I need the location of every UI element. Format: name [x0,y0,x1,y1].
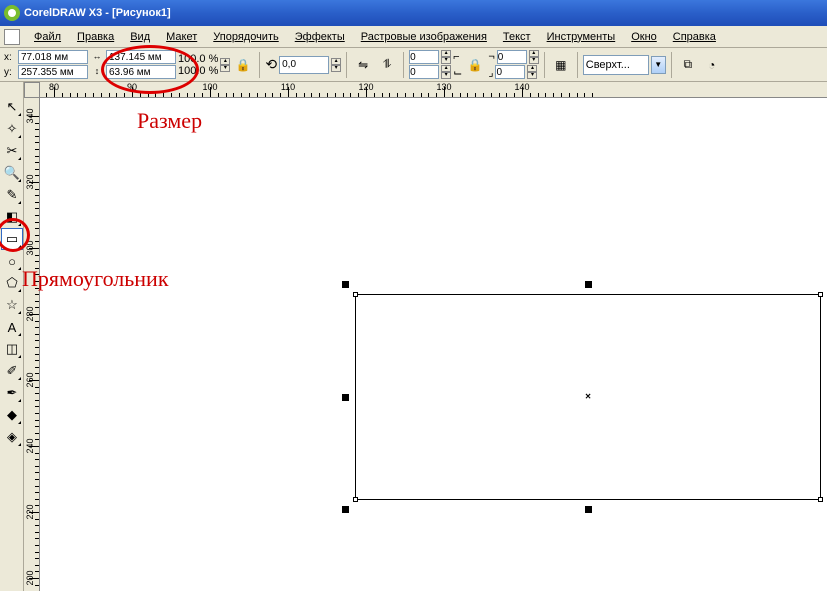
tool-outline[interactable]: ✒ [1,382,23,404]
menu-view[interactable]: Вид [122,31,158,43]
tool-pick[interactable]: ↖ [1,96,23,118]
menu-edit[interactable]: Правка [69,31,122,43]
tool-rectangle[interactable]: ▭ [1,228,23,250]
handle-middle-left[interactable] [342,394,349,401]
corner-tr-spin[interactable]: ▴▾ [529,50,539,64]
document-icon[interactable] [4,29,20,45]
menu-help[interactable]: Справка [665,31,724,43]
handle-top-middle[interactable] [585,281,592,288]
scale-spinner[interactable]: ▴▾ [220,58,230,72]
handle-top-left[interactable] [342,281,349,288]
corner-tr-icon: ¬ [488,51,494,63]
corner-bl-spin[interactable]: ▴▾ [441,65,451,79]
toolbox: ↖✧✂🔍✎◧▭○⬠☆A◫✐✒◆◈ [0,82,24,591]
property-bar: x: y: ↔ ↕ 100.0 % 100.0 % ▴▾ 🔒 ⟲ ▴▾ ⇋ ⥮ … [0,48,827,82]
app-title: CorelDRAW X3 [24,7,102,19]
menu-effects[interactable]: Эффекты [287,31,353,43]
x-position-input[interactable] [18,50,88,64]
tool-basic-shapes[interactable]: ☆ [1,294,23,316]
to-front-button[interactable]: ▦ [550,54,572,76]
menu-text[interactable]: Текст [495,31,539,43]
menu-layout[interactable]: Макет [158,31,205,43]
y-position-input[interactable] [18,65,88,79]
corner-br-spin[interactable]: ▴▾ [527,65,537,79]
y-label: y: [4,67,16,78]
width-icon: ↔ [90,51,104,63]
tool-crop[interactable]: ✂ [1,140,23,162]
outline-width-dropdown[interactable]: Сверхт... [583,55,649,75]
tool-smartfill[interactable]: ◧ [1,206,23,228]
corner-br-input[interactable] [495,65,525,79]
rotation-input[interactable] [279,56,329,74]
corner-tl-spin[interactable]: ▴▾ [441,50,451,64]
selection-center-mark: × [585,392,591,403]
corner-tl-input[interactable] [409,50,439,64]
tool-fill[interactable]: ◆ [1,404,23,426]
menu-bitmaps[interactable]: Растровые изображения [353,31,495,43]
height-input[interactable] [106,65,176,79]
titlebar: CorelDRAW X3 - [Рисунок1] [0,0,827,26]
corner-tl-icon: ⌐ [453,51,459,63]
tool-eyedropper[interactable]: ✐ [1,360,23,382]
tool-ellipse[interactable]: ○ [1,250,23,272]
tool-text[interactable]: A [1,316,23,338]
scale-x-value[interactable]: 100.0 [178,53,206,65]
corner-bl-icon: ⌙ [453,66,462,79]
selected-rectangle[interactable]: × [345,284,827,510]
tool-shape[interactable]: ✧ [1,118,23,140]
tool-freehand[interactable]: ✎ [1,184,23,206]
menu-file[interactable]: Файл [26,31,69,43]
mirror-horizontal-button[interactable]: ⇋ [352,54,374,76]
lock-ratio-button[interactable]: 🔒 [232,54,254,76]
corner-br-icon: ⌟ [488,66,493,79]
corner-lock-button[interactable]: 🔒 [464,54,486,76]
corner-tr-input[interactable] [497,50,527,64]
menu-arrange[interactable]: Упорядочить [205,31,286,43]
handle-bottom-left[interactable] [342,506,349,513]
wrap-text-button[interactable]: ⧉ [677,54,699,76]
rotation-icon: ⟲ [265,56,277,73]
app-icon [4,5,20,21]
rotation-spinner[interactable]: ▴▾ [331,58,341,72]
document-title: [Рисунок1] [112,7,171,19]
menu-window[interactable]: Окно [623,31,665,43]
ruler-origin[interactable] [24,82,40,98]
tool-polygon[interactable]: ⬠ [1,272,23,294]
tool-interactive[interactable]: ◫ [1,338,23,360]
handle-bottom-middle[interactable] [585,506,592,513]
height-icon: ↕ [90,66,104,78]
corner-bl-input[interactable] [409,65,439,79]
x-label: x: [4,52,16,63]
scale-y-value[interactable]: 100.0 [178,65,206,77]
canvas[interactable]: × [40,98,827,591]
ruler-horizontal[interactable]: 5060708090100110120130140 [40,82,827,98]
node-bottom-left[interactable] [353,497,358,502]
tool-interactive-fill[interactable]: ◈ [1,426,23,448]
node-bottom-right[interactable] [818,497,823,502]
node-top-right[interactable] [818,292,823,297]
tool-zoom[interactable]: 🔍 [1,162,23,184]
width-input[interactable] [106,50,176,64]
mirror-vertical-button[interactable]: ⥮ [376,54,398,76]
ruler-vertical[interactable]: 340320300280260240220200 [24,98,40,591]
menu-tools[interactable]: Инструменты [539,31,624,43]
outline-dropdown-arrow[interactable]: ▼ [651,56,666,74]
node-top-left[interactable] [353,292,358,297]
menubar: Файл Правка Вид Макет Упорядочить Эффект… [0,26,827,48]
convert-curves-button[interactable]: ◔ [701,54,723,76]
